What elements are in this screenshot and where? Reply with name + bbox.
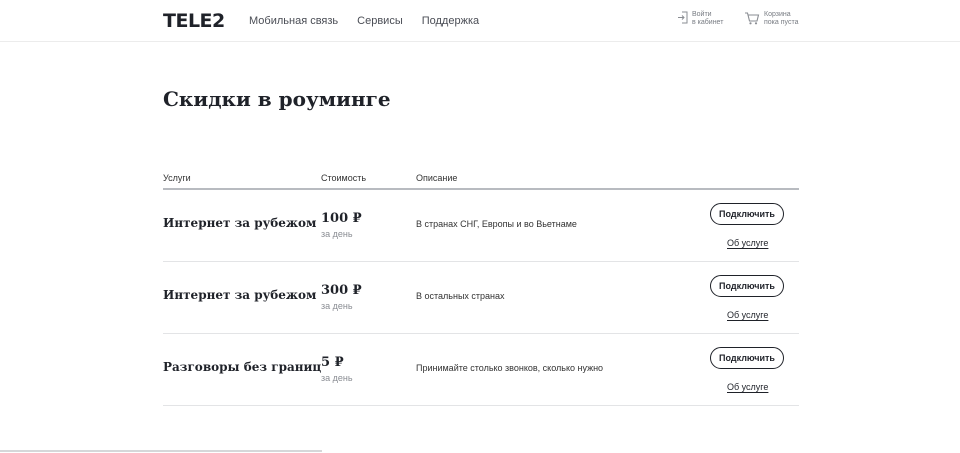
table-row: Интернет за рубежом 100 ₽ за день В стра… (163, 190, 799, 262)
connect-button[interactable]: Подключить (710, 203, 784, 225)
login-link[interactable]: Войти в кабинет (677, 11, 723, 27)
site-header: TELE2 Мобильная связь Сервисы Поддержка … (0, 0, 960, 42)
price-period: за день (321, 229, 353, 239)
about-service-link[interactable]: Об услуге (727, 382, 768, 392)
service-description: В остальных странах (416, 291, 505, 301)
about-service-link[interactable]: Об услуге (727, 238, 768, 248)
table-row: Интернет за рубежом 300 ₽ за день В оста… (163, 262, 799, 334)
cart-icon (745, 12, 760, 25)
about-service-link[interactable]: Об услуге (727, 310, 768, 320)
service-name: Разговоры без границ (163, 360, 322, 374)
header-cost: Стоимость (321, 173, 367, 183)
service-name: Интернет за рубежом (163, 216, 317, 230)
service-description: Принимайте столько звонков, сколько нужн… (416, 363, 604, 373)
login-line1: Войти (692, 11, 712, 18)
service-price: 100 ₽ (321, 211, 362, 226)
roaming-table: Услуги Стоимость Описание Интернет за ру… (163, 172, 799, 406)
nav-support[interactable]: Поддержка (422, 15, 479, 27)
nav-services[interactable]: Сервисы (357, 15, 403, 27)
service-price: 300 ₽ (321, 283, 362, 298)
price-period: за день (321, 301, 353, 311)
table-header: Услуги Стоимость Описание (163, 172, 799, 190)
page-title: Скидки в роуминге (163, 87, 391, 111)
price-period: за день (321, 373, 353, 383)
bottom-divider (0, 450, 322, 452)
service-description: В странах СНГ, Европы и во Вьетнаме (416, 219, 577, 229)
header-description: Описание (416, 173, 458, 183)
cart-link[interactable]: Корзина пока пуста (744, 11, 798, 27)
login-icon (678, 11, 688, 24)
header-service: Услуги (163, 173, 191, 183)
connect-button[interactable]: Подключить (710, 275, 784, 297)
login-line2: в кабинет (692, 19, 724, 26)
tele2-logo[interactable]: TELE2 (163, 10, 225, 32)
nav-mobile[interactable]: Мобильная связь (249, 15, 338, 27)
main-nav: Мобильная связь Сервисы Поддержка (249, 15, 479, 27)
cart-line2: пока пуста (764, 19, 799, 26)
cart-line1: Корзина (764, 11, 791, 18)
service-price: 5 ₽ (321, 355, 344, 370)
table-row: Разговоры без границ 5 ₽ за день Принима… (163, 334, 799, 406)
service-name: Интернет за рубежом (163, 288, 317, 302)
connect-button[interactable]: Подключить (710, 347, 784, 369)
